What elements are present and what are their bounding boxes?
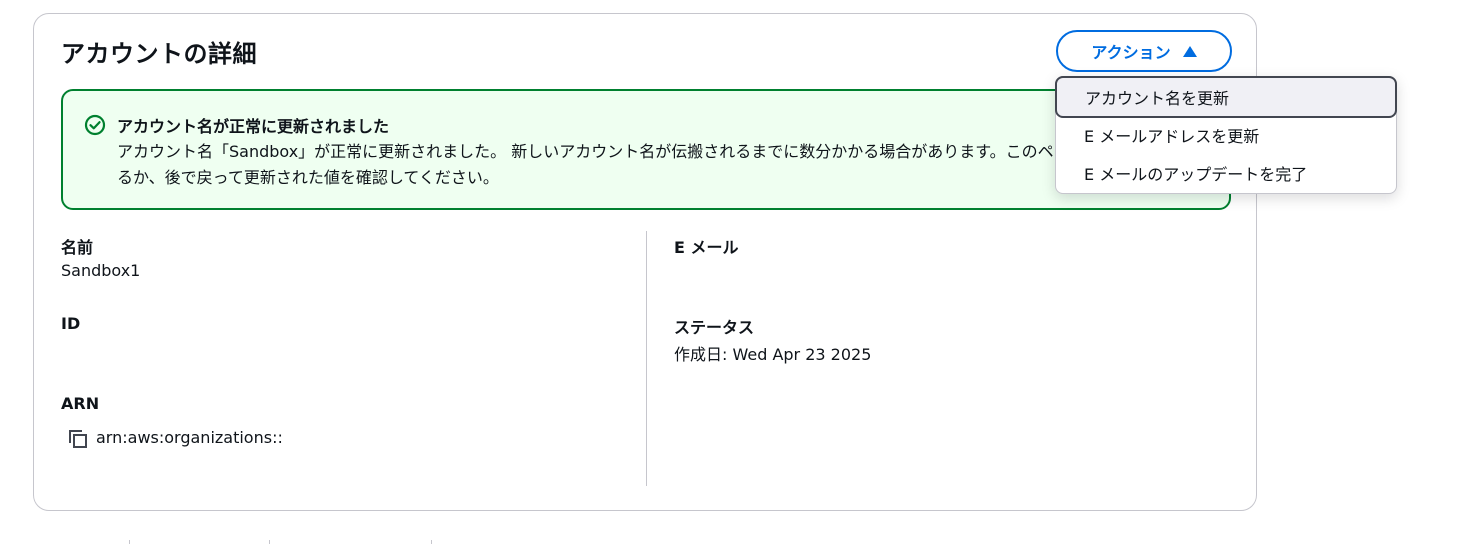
flash-title: アカウント名が正常に更新されました: [117, 117, 390, 136]
menu-item-update-email[interactable]: E メールアドレスを更新: [1056, 116, 1396, 154]
name-label: 名前: [61, 238, 94, 257]
success-check-icon: [84, 114, 106, 136]
name-value: Sandbox1: [61, 261, 141, 280]
id-label: ID: [61, 314, 81, 333]
page: アカウントの詳細 アクション アカウント名が正常に更新されました アカウント名「…: [0, 0, 1472, 544]
status-label: ステータス: [674, 318, 755, 337]
actions-dropdown-button[interactable]: アクション: [1056, 30, 1232, 72]
caret-up-icon: [1182, 45, 1197, 57]
tab-separator: [269, 540, 270, 544]
email-label: E メール: [674, 238, 739, 257]
tab-separator: [431, 540, 432, 544]
status-value: 作成日: Wed Apr 23 2025: [674, 345, 872, 364]
tab-separator: [129, 540, 130, 544]
card-title: アカウントの詳細: [61, 40, 257, 68]
menu-item-update-account-name[interactable]: アカウント名を更新: [1055, 76, 1397, 118]
copy-icon[interactable]: [67, 428, 89, 450]
column-divider: [646, 231, 647, 486]
actions-button-label: アクション: [1091, 43, 1171, 62]
arn-value: arn:aws:organizations::: [96, 428, 283, 447]
arn-label: ARN: [61, 394, 100, 413]
flash-message: アカウント名「Sandbox」が正常に更新されました。 新しいアカウント名が伝搬…: [117, 142, 1150, 187]
menu-item-complete-email-update[interactable]: E メールのアップデートを完了: [1056, 154, 1396, 192]
actions-dropdown-menu: アカウント名を更新 E メールアドレスを更新 E メールのアップデートを完了: [1055, 76, 1397, 194]
